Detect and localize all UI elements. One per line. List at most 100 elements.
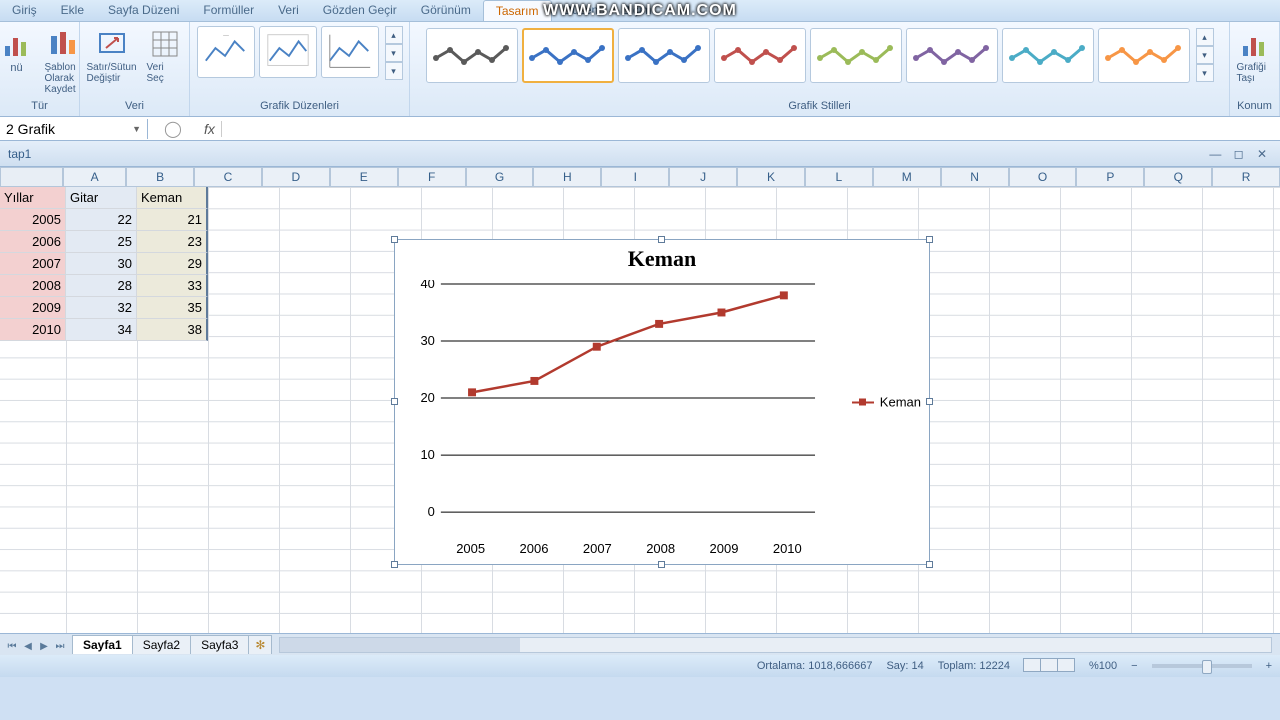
move-chart-icon	[1239, 28, 1271, 60]
cell-header[interactable]: Yıllar	[0, 187, 66, 209]
ribbon-tab-formüller[interactable]: Formüller	[191, 0, 266, 21]
cell[interactable]: 22	[66, 209, 137, 231]
cell[interactable]: 2008	[0, 275, 66, 297]
cell[interactable]: 30	[66, 253, 137, 275]
chart-style-thumb[interactable]	[810, 28, 902, 83]
ribbon-tab-tasarım[interactable]: Tasarım	[483, 0, 552, 21]
zoom-level[interactable]: %100	[1089, 660, 1117, 672]
layout-thumb[interactable]	[259, 26, 317, 78]
svg-text:0: 0	[428, 504, 435, 519]
chart-style-thumb[interactable]	[1002, 28, 1094, 83]
ribbon-tab-sayfa düzeni[interactable]: Sayfa Düzeni	[96, 0, 191, 21]
name-box[interactable]: 2 Grafik▼	[0, 119, 148, 139]
horizontal-scrollbar[interactable]	[279, 637, 1272, 653]
column-header[interactable]: Q	[1144, 167, 1212, 187]
cell[interactable]: 28	[66, 275, 137, 297]
chart-style-thumb[interactable]	[906, 28, 998, 83]
chart-style-thumb[interactable]	[1098, 28, 1190, 83]
column-header[interactable]: C	[194, 167, 262, 187]
ribbon-tab-giriş[interactable]: Giriş	[0, 0, 49, 21]
ribbon-tab-veri[interactable]: Veri	[266, 0, 311, 21]
svg-text:30: 30	[421, 333, 435, 348]
sheet-nav-buttons[interactable]: ⏮◀▶⏭	[0, 638, 72, 652]
workbook-title-bar: tap1 — ◻ ✕	[0, 141, 1280, 167]
layout-scroll[interactable]: ▴▾▾	[385, 26, 403, 80]
ribbon-tab-görünüm[interactable]: Görünüm	[409, 0, 483, 21]
cell[interactable]: 38	[137, 319, 208, 341]
cell[interactable]: 2005	[0, 209, 66, 231]
column-header[interactable]: A	[63, 167, 126, 187]
switch-row-col-button[interactable]: Satır/Sütun Değiştir	[82, 26, 140, 86]
cell[interactable]: 34	[66, 319, 137, 341]
chart-style-thumb[interactable]	[714, 28, 806, 83]
chart-layouts-gallery[interactable]: — ▴▾▾	[197, 26, 403, 80]
view-buttons[interactable]	[1024, 658, 1075, 675]
svg-text:10: 10	[421, 447, 435, 462]
layout-thumb[interactable]	[321, 26, 379, 78]
chart-plot-area[interactable]: 010203040	[413, 280, 819, 528]
cell[interactable]: 35	[137, 297, 208, 319]
zoom-slider[interactable]	[1152, 664, 1252, 668]
style-scroll[interactable]: ▴▾▾	[1196, 28, 1214, 83]
column-header[interactable]: P	[1076, 167, 1144, 187]
chart-title[interactable]: Keman	[395, 240, 929, 278]
cell[interactable]: 23	[137, 231, 208, 253]
sheet-tab[interactable]: Sayfa2	[132, 635, 191, 654]
cell[interactable]: 25	[66, 231, 137, 253]
layout-thumb[interactable]: —	[197, 26, 255, 78]
cell[interactable]: 2006	[0, 231, 66, 253]
select-data-button[interactable]: Veri Seç	[143, 26, 187, 86]
column-header[interactable]: K	[737, 167, 805, 187]
cell[interactable]: 2009	[0, 297, 66, 319]
cell-header[interactable]: Keman	[137, 187, 208, 209]
group-label-location: Konum	[1237, 100, 1272, 112]
chart-legend[interactable]: Keman	[852, 395, 921, 410]
cell[interactable]: 33	[137, 275, 208, 297]
column-header[interactable]: F	[398, 167, 466, 187]
embedded-chart[interactable]: Keman 010203040 Keman 200520062007200820…	[394, 239, 930, 565]
column-header[interactable]: R	[1212, 167, 1280, 187]
column-header[interactable]: D	[262, 167, 330, 187]
cell[interactable]: 2010	[0, 319, 66, 341]
column-header[interactable]: O	[1009, 167, 1077, 187]
save-template-button[interactable]: Şablon Olarak Kaydet	[41, 26, 85, 97]
chart-style-thumb[interactable]	[426, 28, 518, 83]
column-header[interactable]: N	[941, 167, 1009, 187]
ribbon-tab-ekle[interactable]: Ekle	[49, 0, 96, 21]
chart-x-axis: 200520062007200820092010	[439, 541, 819, 556]
minimize-icon[interactable]: —	[1205, 147, 1225, 161]
watermark: WWW.BANDICAM.COM	[543, 2, 737, 20]
column-header[interactable]: L	[805, 167, 873, 187]
zoom-out-button[interactable]: −	[1131, 660, 1137, 672]
cell-header[interactable]: Gitar	[66, 187, 137, 209]
fx-icon[interactable]: fx	[198, 121, 222, 137]
column-header[interactable]: E	[330, 167, 398, 187]
chart-style-thumb[interactable]	[522, 28, 614, 83]
column-header[interactable]: J	[669, 167, 737, 187]
column-header[interactable]: M	[873, 167, 941, 187]
formula-input[interactable]	[222, 119, 1280, 138]
close-icon[interactable]: ✕	[1252, 147, 1272, 161]
column-header[interactable]: B	[126, 167, 194, 187]
chart-styles-gallery[interactable]: ▴▾▾	[424, 26, 1216, 85]
new-sheet-button[interactable]: ✻	[248, 635, 272, 654]
column-header[interactable]: I	[601, 167, 669, 187]
move-chart-button[interactable]: Grafiği Taşı	[1233, 26, 1277, 86]
ribbon-tab-gözden geçir[interactable]: Gözden Geçir	[311, 0, 409, 21]
column-header[interactable]: G	[466, 167, 534, 187]
sheet-tab[interactable]: Sayfa3	[190, 635, 249, 654]
cell[interactable]: 32	[66, 297, 137, 319]
cell[interactable]: 21	[137, 209, 208, 231]
group-label-type: Tür	[31, 100, 48, 112]
change-chart-type-button[interactable]: nü	[0, 26, 39, 97]
sheet-tab[interactable]: Sayfa1	[72, 635, 133, 654]
select-all-corner[interactable]	[0, 167, 63, 187]
group-label-layouts: Grafik Düzenleri	[260, 100, 339, 112]
cell[interactable]: 2007	[0, 253, 66, 275]
column-header[interactable]: H	[533, 167, 601, 187]
maximize-icon[interactable]: ◻	[1229, 147, 1249, 161]
zoom-in-button[interactable]: +	[1266, 660, 1272, 672]
spreadsheet-grid[interactable]: ABCDEFGHIJKLMNOPQR Yıllar200520062007200…	[0, 167, 1280, 633]
chart-style-thumb[interactable]	[618, 28, 710, 83]
cell[interactable]: 29	[137, 253, 208, 275]
